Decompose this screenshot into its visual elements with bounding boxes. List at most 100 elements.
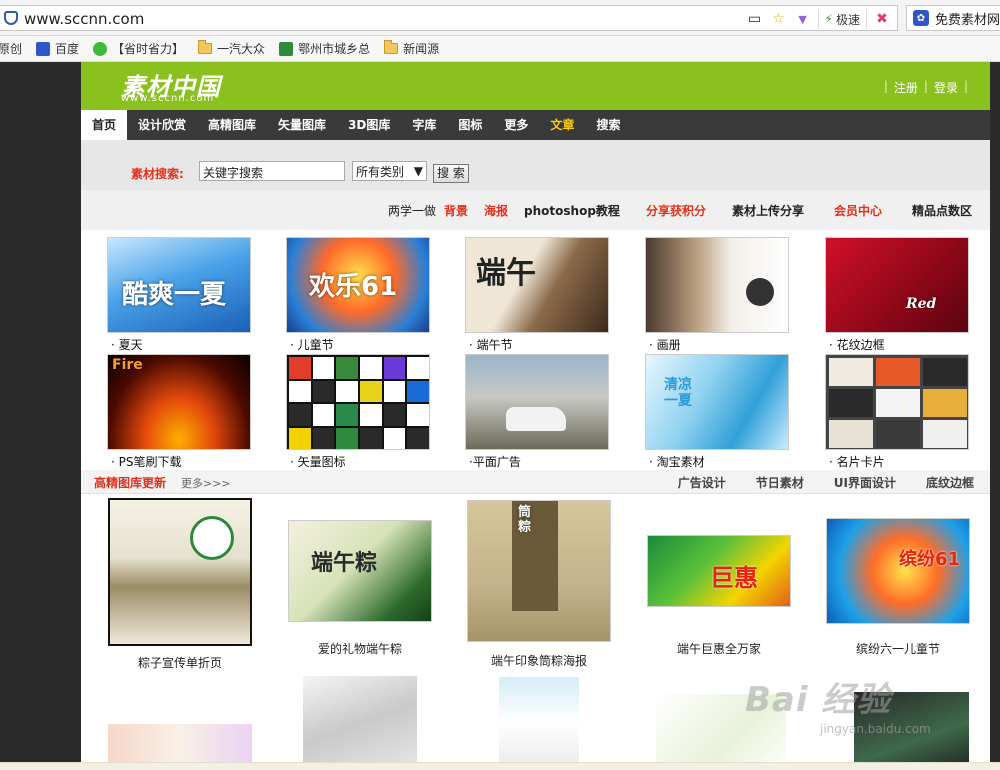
thumb-childrens-day[interactable]: 欢乐61	[286, 237, 430, 333]
nav-design[interactable]: 设计欣赏	[127, 110, 197, 140]
website: 素材中国 www.sccnn.com | 注册 | 登录 | 首页 设计欣赏 高…	[81, 62, 990, 770]
bookmark-star-icon[interactable]: ☆	[770, 10, 788, 28]
section-title[interactable]: 高精图库更新	[94, 474, 166, 491]
subnav-link-backgrounds[interactable]: 背景	[444, 202, 476, 219]
thumb-image-text: 欢乐61	[309, 272, 398, 302]
site-logo-url: www.sccnn.com	[121, 93, 215, 104]
section-link-ad-design[interactable]: 广告设计	[678, 474, 726, 491]
thumb-summer[interactable]: 酷爽一夏	[107, 237, 251, 333]
thumb-caption[interactable]: · 端午节	[469, 336, 513, 353]
nav-search[interactable]: 搜索	[585, 110, 631, 140]
thumb-dragon-boat[interactable]: 端午	[465, 237, 609, 333]
category-select[interactable]: 所有类别 ▼	[352, 161, 427, 181]
favorite-item[interactable]: 【省时省力】	[87, 40, 192, 57]
thumb-ps-brushes[interactable]: Fire	[107, 354, 251, 450]
icon-grid	[289, 357, 429, 449]
gallery-caption[interactable]: 端午印象筒粽海报	[459, 652, 619, 669]
section-more-link[interactable]: 更多>>>	[181, 475, 231, 491]
section-link-ui-design[interactable]: UI界面设计	[834, 474, 896, 491]
lotus-seed-icon	[746, 278, 774, 306]
nav-3d-library[interactable]: 3D图库	[337, 110, 401, 140]
gallery-image-zongzi-brochure[interactable]	[108, 498, 252, 646]
thumb-taobao[interactable]: 清凉一夏	[645, 354, 789, 450]
favorite-label: 【省时省力】	[112, 42, 185, 56]
nav-more[interactable]: 更多	[493, 110, 539, 140]
browser-address-bar: www.sccnn.com ▭ ☆ ▼ ⚡ 极速 ✖ ✿ 免费素材网	[0, 0, 1000, 36]
card-grid	[829, 358, 967, 448]
nav-home[interactable]: 首页	[81, 110, 128, 140]
login-link[interactable]: 登录	[934, 79, 958, 96]
subnav-link-upload[interactable]: 素材上传分享	[714, 202, 812, 219]
subnav-link-posters[interactable]: 海报	[476, 202, 516, 219]
section-header: 高精图库更新 更多>>> 广告设计 节日素材 UI界面设计 底纹边框	[81, 470, 990, 494]
gallery-image-childrens-day[interactable]: 缤纷61	[826, 518, 970, 624]
register-link[interactable]: 注册	[894, 79, 918, 96]
favorite-label: 原创	[0, 42, 23, 56]
thumb-caption[interactable]: · 淘宝素材	[649, 453, 705, 470]
site-header: 素材中国 www.sccnn.com | 注册 | 登录 |	[81, 62, 990, 110]
favorite-item[interactable]: 原创	[0, 40, 30, 57]
browser-tab[interactable]: ✿ 免费素材网	[906, 5, 1000, 31]
url-text[interactable]: www.sccnn.com	[24, 10, 144, 28]
thumb-caption[interactable]: · 画册	[649, 336, 681, 353]
speed-mode-toggle[interactable]: ⚡ 极速	[817, 9, 867, 29]
search-button[interactable]: 搜 索	[433, 164, 469, 183]
folder-icon	[384, 40, 399, 54]
subnav-link-points[interactable]: 分享获积分	[628, 202, 714, 219]
thumb-image-text: 酷爽一夏	[122, 280, 227, 310]
gallery-image-dragon-boat-poster[interactable]: 筒粽	[467, 500, 611, 642]
page-background-right	[990, 62, 1000, 770]
car-shape	[506, 407, 566, 431]
section-link-borders[interactable]: 底纹边框	[926, 474, 974, 491]
address-bar-icons: ▭ ☆ ▼ ⚡ 极速 ✖	[746, 9, 891, 29]
main-nav: 首页 设计欣赏 高精图库 矢量图库 3D图库 字库 图标 更多 文章 搜索	[81, 110, 990, 140]
nav-icons[interactable]: 图标	[447, 110, 493, 140]
thumb-caption[interactable]: · 名片卡片	[829, 453, 885, 470]
search-input[interactable]: 关键字搜索	[199, 161, 345, 181]
subnav-prefix[interactable]: 两学一做	[380, 202, 444, 219]
gallery-image-text: 筒粽	[518, 505, 532, 535]
tab-title: 免费素材网	[934, 12, 1000, 28]
favorite-item[interactable]: 一汽大众	[192, 40, 273, 57]
nav-vector-library[interactable]: 矢量图库	[267, 110, 337, 140]
nav-hd-library[interactable]: 高精图库	[197, 110, 267, 140]
thumb-caption[interactable]: · 夏天	[111, 336, 143, 353]
gallery-caption[interactable]: 端午巨惠全万家	[639, 640, 799, 657]
gallery-image-partial[interactable]	[303, 676, 417, 770]
thumb-caption[interactable]: · 矢量图标	[290, 453, 346, 470]
favorites-bar: 原创 百度 【省时省力】 一汽大众 鄂州市城乡总 新闻源	[0, 36, 1000, 62]
gallery-caption[interactable]: 缤纷六一儿童节	[818, 640, 978, 657]
gallery-image-gift-zongzi[interactable]: 端午粽	[288, 520, 432, 622]
section-link-holiday[interactable]: 节日素材	[756, 474, 804, 491]
gallery-caption[interactable]: 爱的礼物端午粽	[280, 640, 440, 657]
thumb-business-cards[interactable]	[825, 354, 969, 450]
gallery-caption[interactable]: 粽子宣传单折页	[100, 654, 260, 671]
subnav-link-photoshop[interactable]: photoshop教程	[516, 202, 628, 219]
nav-fonts[interactable]: 字库	[401, 110, 447, 140]
subnav-link-member[interactable]: 会员中心	[812, 202, 890, 219]
gallery-image-partial[interactable]	[499, 677, 579, 770]
round-emblem-icon	[190, 516, 234, 560]
url-field[interactable]: www.sccnn.com ▭ ☆ ▼ ⚡ 极速 ✖	[0, 5, 898, 31]
nav-articles[interactable]: 文章	[539, 110, 585, 140]
thumb-pattern-border[interactable]: Red	[825, 237, 969, 333]
favorite-item[interactable]: 百度	[30, 40, 87, 57]
thumb-vector-icons[interactable]	[286, 354, 430, 450]
close-ext-icon[interactable]: ✖	[873, 10, 891, 28]
gallery-image-text: 缤纷61	[899, 549, 961, 570]
favorite-label: 鄂州市城乡总	[298, 42, 371, 56]
thumb-print-ad[interactable]	[465, 354, 609, 450]
thumb-caption[interactable]: · 花纹边框	[829, 336, 885, 353]
favorite-item[interactable]: 新闻源	[378, 40, 447, 57]
favorite-item[interactable]: 鄂州市城乡总	[273, 40, 378, 57]
page-background-left	[0, 62, 81, 770]
reader-mode-icon[interactable]: ▭	[746, 10, 764, 28]
gallery-image-dragon-boat-sale[interactable]: 巨惠	[647, 535, 791, 607]
thumb-caption[interactable]: ·平面广告	[469, 453, 521, 470]
subnav-link-premium[interactable]: 精品点数区	[890, 202, 980, 219]
dropdown-arrow-icon[interactable]: ▼	[794, 10, 812, 28]
thumb-caption[interactable]: · PS笔刷下载	[111, 453, 181, 470]
thumb-brochure[interactable]	[645, 237, 789, 333]
thumb-caption[interactable]: · 儿童节	[290, 336, 334, 353]
baidu-watermark-url: jingyan.baidu.com	[820, 722, 931, 736]
